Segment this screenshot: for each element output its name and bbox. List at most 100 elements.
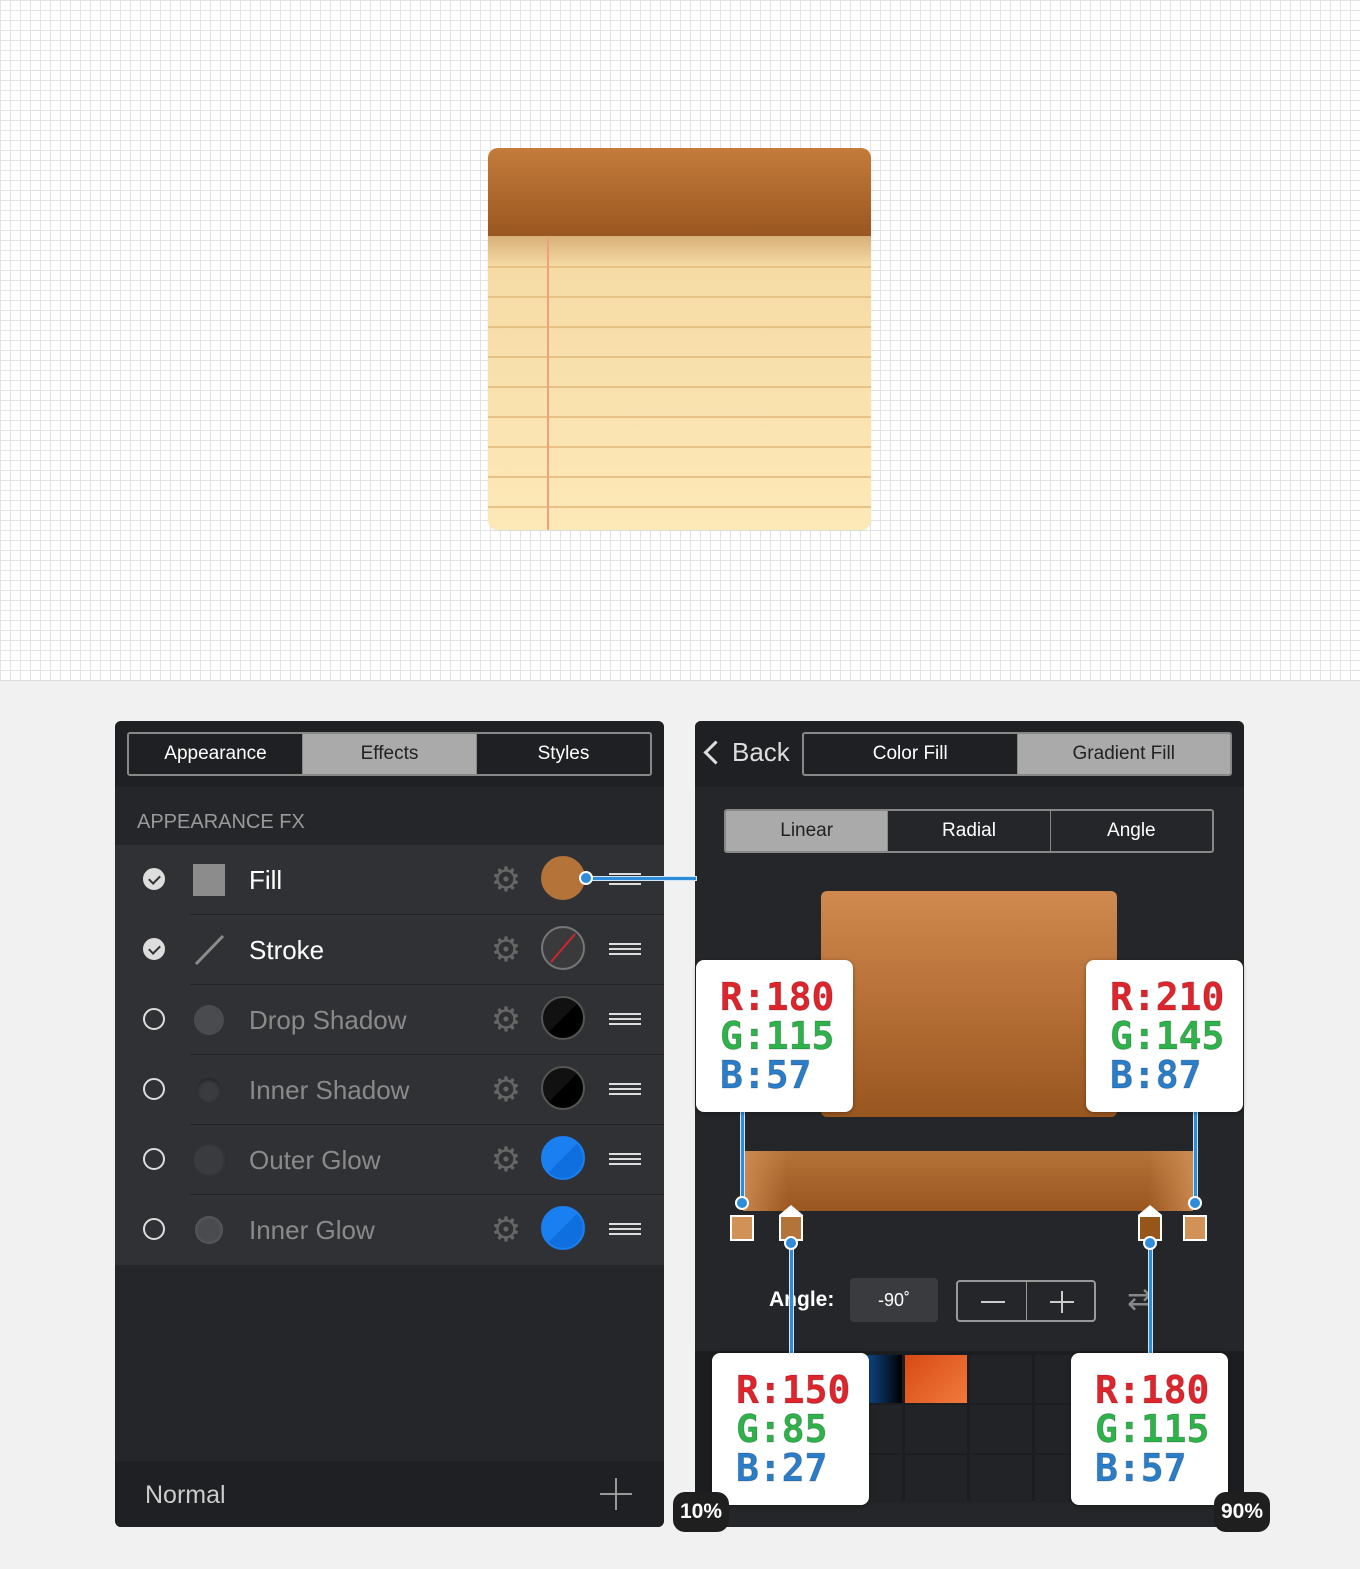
- stroke-line-icon: [193, 934, 225, 966]
- notepad-header: [488, 148, 871, 236]
- drop-shadow-color-swatch[interactable]: [541, 996, 585, 1040]
- red-value: R:150: [736, 1367, 851, 1412]
- inner-glow-gear-icon[interactable]: ⚙: [489, 1213, 523, 1247]
- connector-dot: [735, 1196, 749, 1210]
- outer-glow-checkbox[interactable]: [143, 1148, 165, 1170]
- add-fx-button[interactable]: [600, 1478, 632, 1510]
- red-value: R:210: [1110, 974, 1225, 1019]
- blue-value: B:27: [736, 1445, 829, 1490]
- tab-effects[interactable]: Effects: [303, 734, 477, 774]
- tab-styles[interactable]: Styles: [477, 734, 650, 774]
- angle-decrement-button[interactable]: [958, 1282, 1027, 1320]
- inner-glow-drag-handle[interactable]: [609, 1223, 641, 1237]
- preset-swatch[interactable]: [905, 1405, 967, 1453]
- gradient-preview: [821, 891, 1117, 1117]
- blue-value: B:57: [1095, 1445, 1188, 1490]
- stroke-checkbox[interactable]: [143, 938, 165, 960]
- fill-type-tabs: Color Fill Gradient Fill: [802, 732, 1232, 776]
- blend-mode-select[interactable]: Normal: [145, 1481, 226, 1510]
- tab-gradient-fill[interactable]: Gradient Fill: [1017, 734, 1230, 774]
- outer-glow-drag-handle[interactable]: [609, 1153, 641, 1167]
- green-value: G:115: [720, 1013, 835, 1058]
- fx-row-inner-glow[interactable]: Inner Glow ⚙: [115, 1195, 664, 1265]
- inner-shadow-drag-handle[interactable]: [609, 1083, 641, 1097]
- preset-swatch[interactable]: [970, 1355, 1032, 1403]
- preset-swatch[interactable]: [905, 1455, 967, 1503]
- fx-row-outer-glow[interactable]: Outer Glow ⚙: [115, 1125, 664, 1195]
- inner-shadow-checkbox[interactable]: [143, 1078, 165, 1100]
- section-title: APPEARANCE FX: [137, 811, 305, 833]
- rgb-callout-stop-0: R:180 G:115 B:57: [696, 960, 853, 1112]
- fill-connector-dot: [579, 871, 593, 885]
- fill-label: Fill: [249, 865, 283, 895]
- fx-row-drop-shadow[interactable]: Drop Shadow ⚙: [115, 985, 664, 1055]
- fill-connector-line: [585, 876, 697, 881]
- tab-linear[interactable]: Linear: [726, 811, 889, 851]
- tab-radial[interactable]: Radial: [888, 811, 1051, 851]
- appearance-panel: Appearance Effects Styles APPEARANCE FX …: [115, 721, 664, 1527]
- notepad-artwork[interactable]: [488, 148, 871, 530]
- appearance-footer: Normal: [115, 1461, 664, 1527]
- stroke-gear-icon[interactable]: ⚙: [489, 933, 523, 967]
- preset-swatch[interactable]: [970, 1455, 1032, 1503]
- inner-glow-color-swatch[interactable]: [541, 1206, 585, 1250]
- gradient-type-tabs: Linear Radial Angle: [724, 809, 1214, 853]
- inner-shadow-icon: [193, 1074, 225, 1106]
- angle-label: Angle:: [769, 1288, 835, 1311]
- reverse-gradient-icon[interactable]: ⇄: [1127, 1283, 1167, 1317]
- stroke-drag-handle[interactable]: [609, 943, 641, 957]
- inner-glow-label: Inner Glow: [249, 1215, 375, 1245]
- notepad-margin-line: [547, 236, 549, 530]
- outer-glow-color-swatch[interactable]: [541, 1136, 585, 1180]
- red-value: R:180: [1095, 1367, 1210, 1412]
- drop-shadow-gear-icon[interactable]: ⚙: [489, 1003, 523, 1037]
- connector-stop-90: [1148, 1243, 1153, 1355]
- connector-stop-100: [1193, 1108, 1198, 1205]
- back-button[interactable]: Back: [703, 737, 790, 768]
- inner-shadow-color-swatch[interactable]: [541, 1066, 585, 1110]
- angle-stepper: [956, 1280, 1096, 1322]
- appearance-tabs: Appearance Effects Styles: [127, 732, 652, 776]
- fx-row-inner-shadow[interactable]: Inner Shadow ⚙: [115, 1055, 664, 1125]
- preset-swatch[interactable]: [905, 1355, 967, 1403]
- drop-shadow-drag-handle[interactable]: [609, 1013, 641, 1027]
- angle-input[interactable]: -90˚: [850, 1278, 938, 1322]
- chevron-left-icon: [703, 740, 728, 765]
- tab-angle[interactable]: Angle: [1051, 811, 1212, 851]
- back-label: Back: [732, 737, 790, 767]
- inner-shadow-label: Inner Shadow: [249, 1075, 410, 1105]
- outer-glow-icon: [193, 1144, 225, 1176]
- green-value: G:85: [736, 1406, 829, 1451]
- connector-stop-10: [789, 1243, 794, 1355]
- drop-shadow-label: Drop Shadow: [249, 1005, 407, 1035]
- gradient-bar-overlay: [743, 1151, 1193, 1211]
- rgb-callout-stop-90: R:180 G:115 B:57: [1071, 1353, 1228, 1505]
- notepad-lines: [488, 266, 871, 530]
- angle-increment-button[interactable]: [1027, 1282, 1095, 1320]
- preset-swatch[interactable]: [970, 1405, 1032, 1453]
- percent-badge-10: 10%: [673, 1492, 729, 1532]
- fill-square-icon: [193, 864, 225, 896]
- blue-value: B:57: [720, 1052, 813, 1097]
- fx-list: Fill ⚙ Stroke ⚙ Drop Shadow ⚙ Inner Shad…: [115, 845, 664, 1265]
- fill-gear-icon[interactable]: ⚙: [489, 863, 523, 897]
- inner-shadow-gear-icon[interactable]: ⚙: [489, 1073, 523, 1107]
- gradient-stop-0[interactable]: [730, 1215, 754, 1241]
- connector-dot: [1143, 1236, 1157, 1250]
- inner-glow-icon: [193, 1214, 225, 1246]
- tab-appearance[interactable]: Appearance: [129, 734, 303, 774]
- stroke-label: Stroke: [249, 935, 325, 965]
- rgb-callout-stop-10: R:150 G:85 B:27: [712, 1353, 869, 1505]
- stroke-color-swatch[interactable]: [541, 926, 585, 970]
- artboard-canvas: [0, 0, 1360, 681]
- fill-checkbox[interactable]: [143, 868, 165, 890]
- drop-shadow-checkbox[interactable]: [143, 1008, 165, 1030]
- inner-glow-checkbox[interactable]: [143, 1218, 165, 1240]
- percent-badge-90: 90%: [1214, 1492, 1270, 1532]
- outer-glow-gear-icon[interactable]: ⚙: [489, 1143, 523, 1177]
- fx-row-stroke[interactable]: Stroke ⚙: [115, 915, 664, 985]
- red-value: R:180: [720, 974, 835, 1019]
- green-value: G:145: [1110, 1013, 1225, 1058]
- tab-color-fill[interactable]: Color Fill: [804, 734, 1018, 774]
- gradient-stop-100[interactable]: [1183, 1215, 1207, 1241]
